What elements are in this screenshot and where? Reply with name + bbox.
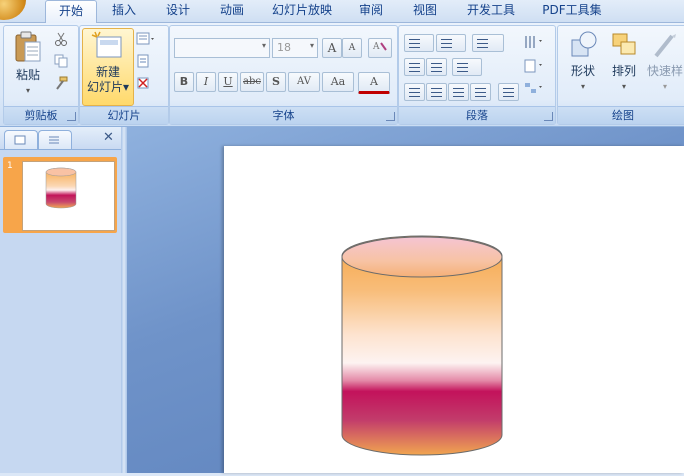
tab-view[interactable]: 视图 [404,0,446,21]
align-text-icon[interactable] [523,58,545,74]
bullets-button[interactable] [404,34,434,52]
smartart-icon[interactable] [523,80,545,96]
slides-panel: ✕ 1 [0,127,122,473]
group-label-paragraph: 段落 [399,106,555,124]
outline-icon [49,136,59,144]
new-slide-button[interactable]: 新建 幻灯片▾ [82,28,134,106]
font-size-value: 18 [277,41,291,54]
shapes-button[interactable]: 形状 ▾ [562,30,604,100]
paragraph-launcher-icon[interactable] [544,112,553,121]
paste-label: 粘贴 [15,68,40,82]
strikethrough-button[interactable]: abc [240,72,264,92]
chevron-down-icon: ▾ [662,82,667,91]
slide-number: 1 [7,161,13,171]
panel-tabs: ✕ [0,127,121,150]
grow-font-button[interactable]: A [322,38,342,58]
decrease-indent-button[interactable] [404,58,425,76]
tab-animation[interactable]: 动画 [211,0,253,21]
italic-button[interactable]: I [196,72,216,92]
tab-design[interactable]: 设计 [157,0,199,21]
new-slide-label-2: 幻灯片▾ [86,80,130,94]
quick-styles-icon [654,34,676,58]
new-slide-label-1: 新建 [95,65,120,79]
arrange-label: 排列 [611,64,636,78]
tab-developer[interactable]: 开发工具 [458,0,524,21]
font-color-button[interactable]: A [358,72,390,94]
paste-icon [15,31,41,62]
tab-slideshow[interactable]: 幻灯片放映 [266,0,338,21]
group-slides: 新建 幻灯片▾ 幻灯片 [79,25,169,125]
group-label-drawing: 绘图 [558,106,684,124]
clear-format-button[interactable]: A [368,38,392,58]
change-case-button[interactable]: Aa [322,72,354,92]
align-center-button[interactable] [426,83,447,101]
thumbnail-cylinder [45,167,77,209]
slide-thumb-icon [14,135,26,145]
tab-home[interactable]: 开始 [45,0,97,23]
clear-format-icon: A [372,42,387,52]
chevron-down-icon: ▾ [309,41,314,50]
increase-indent-button[interactable] [426,58,447,76]
cylinder-shape[interactable] [224,146,684,473]
new-slide-icon [91,31,122,58]
ribbon-tab-bar: 开始 插入 设计 动画 幻灯片放映 审阅 视图 开发工具 PDF工具集 [0,0,684,23]
shapes-icon [571,31,597,57]
cut-icon[interactable] [54,32,68,46]
office-button-icon[interactable] [0,0,26,20]
layout-icon[interactable] [136,32,156,46]
delete-slide-icon[interactable] [136,76,150,90]
group-paragraph: 段落 [398,25,556,125]
copy-icon[interactable] [54,54,68,68]
quick-styles-button[interactable]: 快速样 ▾ [644,30,684,100]
char-spacing-button[interactable]: AV [288,72,320,92]
group-drawing: 形状 ▾ 排列 ▾ 快速样 ▾ 绘图 [557,25,684,125]
tab-insert[interactable]: 插入 [103,0,145,21]
font-launcher-icon[interactable] [386,112,395,121]
text-direction-icon[interactable] [523,34,545,50]
svg-text:A: A [372,42,380,52]
tab-pdf-tools[interactable]: PDF工具集 [536,0,608,21]
group-font: ▾ 18 ▾ A A A B I U abc S AV Aa A 字体 [169,25,398,125]
clipboard-launcher-icon[interactable] [67,112,76,121]
reset-icon[interactable] [136,54,150,68]
chevron-down-icon: ▾ [580,82,585,91]
ribbon: 粘贴 ▾ 剪贴板 新建 幻灯片▾ 幻灯片 ▾ 18 ▾ A A A B I U … [0,23,684,127]
quick-styles-label: 快速样 [646,64,683,78]
chevron-down-icon: ▾ [621,82,626,91]
close-panel-icon[interactable]: ✕ [103,130,114,145]
slide-canvas[interactable] [224,146,684,473]
shapes-label: 形状 [570,64,595,78]
arrange-icon [612,33,636,55]
justify-button[interactable] [470,83,491,101]
group-label-slides: 幻灯片 [80,106,168,124]
paste-button[interactable]: 粘贴 ▾ [8,30,48,100]
slide-thumbnail-1[interactable]: 1 [3,157,117,233]
columns-button[interactable] [452,58,482,76]
align-left-button[interactable] [404,83,425,101]
numbering-button[interactable] [436,34,466,52]
chevron-down-icon: ▾ [25,86,30,95]
underline-button[interactable]: U [218,72,238,92]
tab-review[interactable]: 审阅 [350,0,392,21]
text-shadow-button[interactable]: S [266,72,286,92]
slide-thumbnail-canvas [22,161,115,231]
chevron-down-icon: ▾ [261,41,266,50]
align-right-button[interactable] [448,83,469,101]
bold-button[interactable]: B [174,72,194,92]
font-size-combo[interactable]: 18 ▾ [272,38,318,58]
shrink-font-button[interactable]: A [342,38,362,58]
group-clipboard: 粘贴 ▾ 剪贴板 [3,25,79,125]
format-painter-icon[interactable] [54,76,68,90]
distribute-button[interactable] [498,83,519,101]
group-label-font: 字体 [170,106,397,124]
font-name-combo[interactable]: ▾ [174,38,270,58]
line-spacing-button[interactable] [472,34,504,52]
tab-slides[interactable] [4,130,38,149]
tab-outline[interactable] [38,130,72,149]
arrange-button[interactable]: 排列 ▾ [604,30,644,100]
